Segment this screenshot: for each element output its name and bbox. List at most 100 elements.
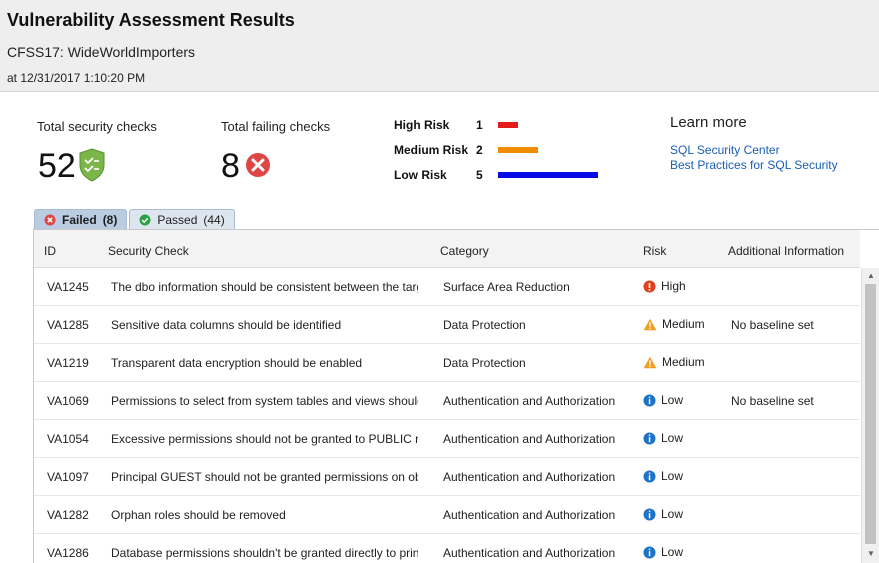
learn-more-title: Learn more	[670, 114, 747, 131]
row-security-check: Permissions to select from system tables…	[111, 394, 418, 408]
row-category: Authentication and Authorization	[443, 394, 616, 408]
grid-header: ID Security Check Category Risk Addition…	[34, 230, 860, 268]
results-tabs: Failed (8) Passed (44)	[34, 209, 235, 230]
risk-level-label: Low Risk	[394, 168, 447, 182]
column-header-additional-information[interactable]: Additional Information	[728, 244, 844, 258]
row-risk: Low	[643, 507, 733, 521]
row-risk: Low	[643, 393, 733, 407]
column-header-risk[interactable]: Risk	[643, 244, 666, 258]
tab-passed-count: (44)	[203, 213, 225, 227]
row-id: VA1282	[47, 508, 89, 522]
row-additional-information: No baseline set	[731, 394, 814, 408]
sql-security-center-link[interactable]: SQL Security Center	[670, 143, 780, 157]
row-risk-label: Medium	[662, 355, 705, 369]
row-risk: High	[643, 279, 733, 293]
tab-failed-label: Failed	[62, 213, 97, 227]
row-id: VA1285	[47, 318, 89, 332]
risk-level-count: 5	[476, 168, 483, 182]
row-security-check: Database permissions shouldn't be grante…	[111, 546, 418, 560]
row-category: Surface Area Reduction	[443, 280, 570, 294]
table-row[interactable]: VA1282 Orphan roles should be removed Auth…	[34, 496, 860, 534]
row-id: VA1219	[47, 356, 89, 370]
row-security-check: The dbo information should be consistent…	[111, 280, 418, 294]
low-risk-info-icon	[643, 432, 656, 444]
row-id: VA1054	[47, 432, 89, 446]
row-category: Data Protection	[443, 318, 526, 332]
row-risk: Low	[643, 469, 733, 483]
scan-timestamp: at 12/31/2017 1:10:20 PM	[7, 71, 146, 85]
row-security-check: Transparent data encryption should be en…	[111, 356, 363, 370]
table-row[interactable]: VA1097 Principal GUEST should not be gran…	[34, 458, 860, 496]
row-category: Authentication and Authorization	[443, 432, 616, 446]
row-security-check: Excessive permissions should not be gran…	[111, 432, 418, 446]
scroll-up-arrow-icon[interactable]: ▲	[867, 271, 875, 280]
shield-check-icon	[79, 148, 105, 187]
column-header-security-check[interactable]: Security Check	[108, 244, 189, 258]
row-additional-information: No baseline set	[731, 318, 814, 332]
column-header-id[interactable]: ID	[44, 244, 56, 258]
risk-level-count: 2	[476, 143, 483, 157]
check-circle-icon	[139, 214, 151, 226]
low-risk-info-icon	[643, 394, 656, 406]
low-risk-info-icon	[643, 508, 656, 520]
risk-level-bar	[498, 147, 538, 153]
row-security-check: Orphan roles should be removed	[111, 508, 286, 522]
results-grid: ID Security Check Category Risk Addition…	[33, 229, 879, 563]
report-header: Vulnerability Assessment Results CFSS17:…	[0, 0, 879, 92]
risk-summary-row: Medium Risk 2	[394, 142, 538, 158]
risk-summary-row: Low Risk 5	[394, 167, 598, 183]
risk-level-bar	[498, 172, 598, 178]
low-risk-info-icon	[643, 546, 656, 558]
vertical-scrollbar[interactable]: ▲ ▼	[861, 268, 879, 563]
row-risk: Low	[643, 431, 733, 445]
error-x-icon	[245, 152, 271, 183]
table-row[interactable]: VA1285 Sensitive data columns should be i…	[34, 306, 860, 344]
failing-checks-label: Total failing checks	[221, 119, 331, 134]
best-practices-link[interactable]: Best Practices for SQL Security	[670, 158, 838, 172]
total-checks-label: Total security checks	[37, 119, 157, 134]
total-checks-value: 52	[38, 147, 76, 185]
table-row[interactable]: VA1069 Permissions to select from system …	[34, 382, 860, 420]
risk-level-count: 1	[476, 118, 483, 132]
scroll-down-arrow-icon[interactable]: ▼	[867, 549, 875, 558]
grid-rows: VA1245 The dbo information should be cons…	[34, 268, 860, 563]
column-header-category[interactable]: Category	[440, 244, 489, 258]
row-category: Data Protection	[443, 356, 526, 370]
row-risk: Medium	[643, 355, 733, 369]
tab-failed-count: (8)	[102, 213, 118, 227]
row-risk: Medium	[643, 317, 733, 331]
tab-failed[interactable]: Failed (8)	[34, 209, 128, 230]
row-risk-label: Medium	[662, 317, 705, 331]
row-risk-label: High	[661, 279, 686, 293]
row-category: Authentication and Authorization	[443, 546, 616, 560]
row-risk-label: Low	[661, 431, 684, 445]
medium-risk-warning-icon	[643, 318, 657, 330]
page-title: Vulnerability Assessment Results	[7, 10, 295, 30]
row-risk-label: Low	[661, 393, 684, 407]
table-row[interactable]: VA1054 Excessive permissions should not b…	[34, 420, 860, 458]
risk-level-bar	[498, 122, 518, 128]
row-id: VA1097	[47, 470, 89, 484]
risk-level-label: High Risk	[394, 118, 450, 132]
risk-summary-row: High Risk 1	[394, 117, 518, 133]
table-row[interactable]: VA1245 The dbo information should be cons…	[34, 268, 860, 306]
tab-passed-label: Passed	[157, 213, 198, 227]
row-risk-label: Low	[661, 469, 684, 483]
row-id: VA1245	[47, 280, 89, 294]
tab-passed[interactable]: Passed (44)	[129, 209, 235, 230]
table-row[interactable]: VA1286 Database permissions shouldn't be …	[34, 534, 860, 563]
row-id: VA1069	[47, 394, 89, 408]
low-risk-info-icon	[643, 470, 656, 482]
row-risk-label: Low	[661, 545, 684, 559]
risk-level-label: Medium Risk	[394, 143, 469, 157]
row-risk: Low	[643, 545, 733, 559]
error-circle-icon	[44, 214, 56, 226]
scrollbar-thumb[interactable]	[865, 284, 876, 544]
failing-checks-value: 8	[221, 147, 240, 185]
server-database-name: CFSS17: WideWorldImporters	[7, 44, 196, 60]
row-risk-label: Low	[661, 507, 684, 521]
table-row[interactable]: VA1219 Transparent data encryption should…	[34, 344, 860, 382]
row-security-check: Sensitive data columns should be identif…	[111, 318, 342, 332]
row-category: Authentication and Authorization	[443, 508, 616, 522]
row-category: Authentication and Authorization	[443, 470, 616, 484]
